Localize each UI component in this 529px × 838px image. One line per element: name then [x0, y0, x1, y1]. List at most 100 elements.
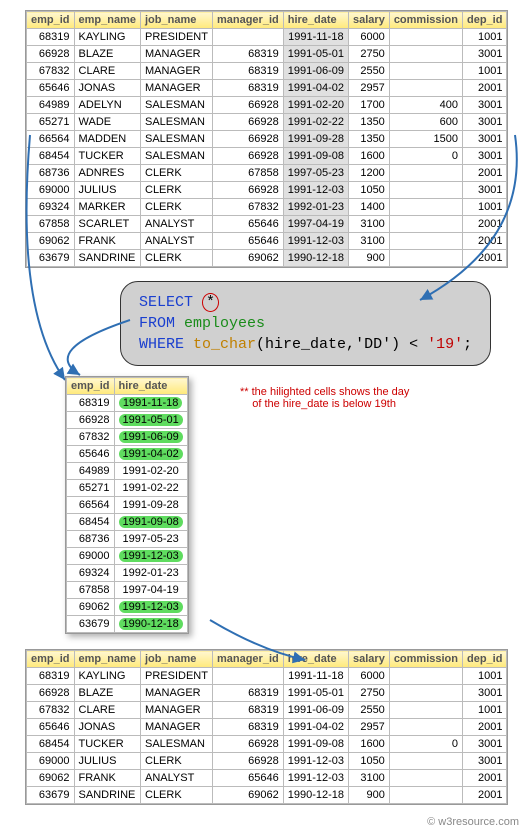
cell-emp_id: 68319 — [27, 668, 75, 685]
cell-emp_id: 68454 — [67, 514, 115, 531]
table-row: 68319KAYLINGPRESIDENT1991-11-1860001001 — [27, 668, 507, 685]
cell-hire_date: 1991-02-22 — [283, 114, 348, 131]
cell-hire_date: 1991-04-02 — [114, 446, 187, 463]
cell-hire_date: 1991-04-02 — [283, 80, 348, 97]
cell-job_name: CLERK — [141, 165, 213, 182]
cell-manager_id: 65646 — [212, 216, 283, 233]
cell-hire_date: 1997-05-23 — [114, 531, 187, 548]
table-row: 652711991-02-22 — [67, 480, 188, 497]
cell-commission: 1500 — [389, 131, 462, 148]
col-dep_id: dep_id — [463, 12, 507, 29]
cell-dep_id: 2001 — [463, 250, 507, 267]
table-row: 669281991-05-01 — [67, 412, 188, 429]
cell-job_name: CLERK — [141, 182, 213, 199]
cell-emp_id: 66928 — [67, 412, 115, 429]
col-hire_date: hire_date — [283, 12, 348, 29]
cell-emp_id: 67832 — [27, 63, 75, 80]
table-row: 64989ADELYNSALESMAN669281991-02-20170040… — [27, 97, 507, 114]
cell-emp_id: 66564 — [27, 131, 75, 148]
cell-emp_id: 68454 — [27, 148, 75, 165]
cell-salary: 2957 — [349, 719, 390, 736]
cell-hire_date: 1991-06-09 — [283, 702, 348, 719]
cell-emp_id: 67858 — [27, 216, 75, 233]
col-salary: salary — [349, 12, 390, 29]
cell-commission — [389, 787, 462, 804]
cell-commission: 0 — [389, 736, 462, 753]
cell-emp_id: 64989 — [67, 463, 115, 480]
sql-where: WHERE — [139, 336, 184, 353]
cell-dep_id: 1001 — [463, 199, 507, 216]
cell-dep_id: 3001 — [463, 114, 507, 131]
cell-hire_date: 1997-04-19 — [114, 582, 187, 599]
table-row: 690621991-12-03 — [67, 599, 188, 616]
cell-hire_date: 1991-12-03 — [114, 599, 187, 616]
cell-emp_id: 67832 — [67, 429, 115, 446]
table-row: 65646JONASMANAGER683191991-04-0229572001 — [27, 80, 507, 97]
footer-credit: © w3resource.com — [10, 816, 519, 828]
table-row: 636791990-12-18 — [67, 616, 188, 633]
cell-emp_id: 66928 — [27, 46, 75, 63]
cell-job_name: SALESMAN — [141, 736, 213, 753]
col-emp_name: emp_name — [74, 651, 140, 668]
cell-emp_name: BLAZE — [74, 685, 140, 702]
cell-dep_id: 1001 — [463, 63, 507, 80]
cell-hire_date: 1991-11-18 — [283, 29, 348, 46]
cell-emp_id: 65646 — [67, 446, 115, 463]
cell-job_name: MANAGER — [141, 63, 213, 80]
cell-hire_date: 1991-11-18 — [114, 395, 187, 412]
cell-job_name: SALESMAN — [141, 131, 213, 148]
cell-emp_id: 68736 — [67, 531, 115, 548]
col-manager_id: manager_id — [212, 651, 283, 668]
cell-dep_id: 2001 — [463, 770, 507, 787]
col-hire_date: hire_date — [283, 651, 348, 668]
cell-salary: 1400 — [349, 199, 390, 216]
table-row: 66928BLAZEMANAGER683191991-05-0127503001 — [27, 46, 507, 63]
cell-hire_date: 1991-09-08 — [283, 148, 348, 165]
cell-emp_id: 66564 — [67, 497, 115, 514]
col-commission: commission — [389, 12, 462, 29]
cell-salary: 2750 — [349, 685, 390, 702]
cell-emp_id: 65271 — [27, 114, 75, 131]
cell-job_name: ANALYST — [141, 233, 213, 250]
note-line-2: of the hire_date is below 19th — [240, 398, 396, 410]
cell-dep_id: 3001 — [463, 46, 507, 63]
table-row: 665641991-09-28 — [67, 497, 188, 514]
cell-job_name: MANAGER — [141, 719, 213, 736]
col-emp_name: emp_name — [74, 12, 140, 29]
cell-hire_date: 1991-02-20 — [114, 463, 187, 480]
cell-emp_name: FRANK — [74, 233, 140, 250]
cell-commission — [389, 80, 462, 97]
sql-star: * — [202, 293, 219, 312]
cell-hire_date: 1997-04-19 — [283, 216, 348, 233]
cell-emp_id: 66928 — [27, 685, 75, 702]
cell-dep_id: 1001 — [463, 29, 507, 46]
cell-hire_date: 1991-05-01 — [114, 412, 187, 429]
cell-salary: 6000 — [349, 668, 390, 685]
cell-dep_id: 2001 — [463, 80, 507, 97]
cell-salary: 900 — [349, 787, 390, 804]
cell-emp_name: MARKER — [74, 199, 140, 216]
cell-manager_id: 65646 — [212, 770, 283, 787]
cell-hire_date: 1992-01-23 — [283, 199, 348, 216]
cell-salary: 900 — [349, 250, 390, 267]
cell-hire_date: 1991-11-18 — [283, 668, 348, 685]
cell-commission — [389, 770, 462, 787]
cell-manager_id: 68319 — [212, 80, 283, 97]
cell-salary: 2550 — [349, 702, 390, 719]
cell-emp_id: 68319 — [67, 395, 115, 412]
col-commission: commission — [389, 651, 462, 668]
cell-hire_date: 1997-05-23 — [283, 165, 348, 182]
cell-emp_name: CLARE — [74, 702, 140, 719]
cell-emp_id: 68736 — [27, 165, 75, 182]
cell-hire_date: 1991-06-09 — [283, 63, 348, 80]
cell-salary: 1350 — [349, 114, 390, 131]
cell-commission — [389, 668, 462, 685]
cell-dep_id: 3001 — [463, 148, 507, 165]
cell-hire_date: 1990-12-18 — [283, 250, 348, 267]
cell-hire_date: 1990-12-18 — [283, 787, 348, 804]
sql-fn: to_char — [193, 336, 256, 353]
cell-dep_id: 2001 — [463, 719, 507, 736]
cell-job_name: SALESMAN — [141, 114, 213, 131]
cell-hire_date: 1991-04-02 — [283, 719, 348, 736]
cell-emp_id: 68319 — [27, 29, 75, 46]
